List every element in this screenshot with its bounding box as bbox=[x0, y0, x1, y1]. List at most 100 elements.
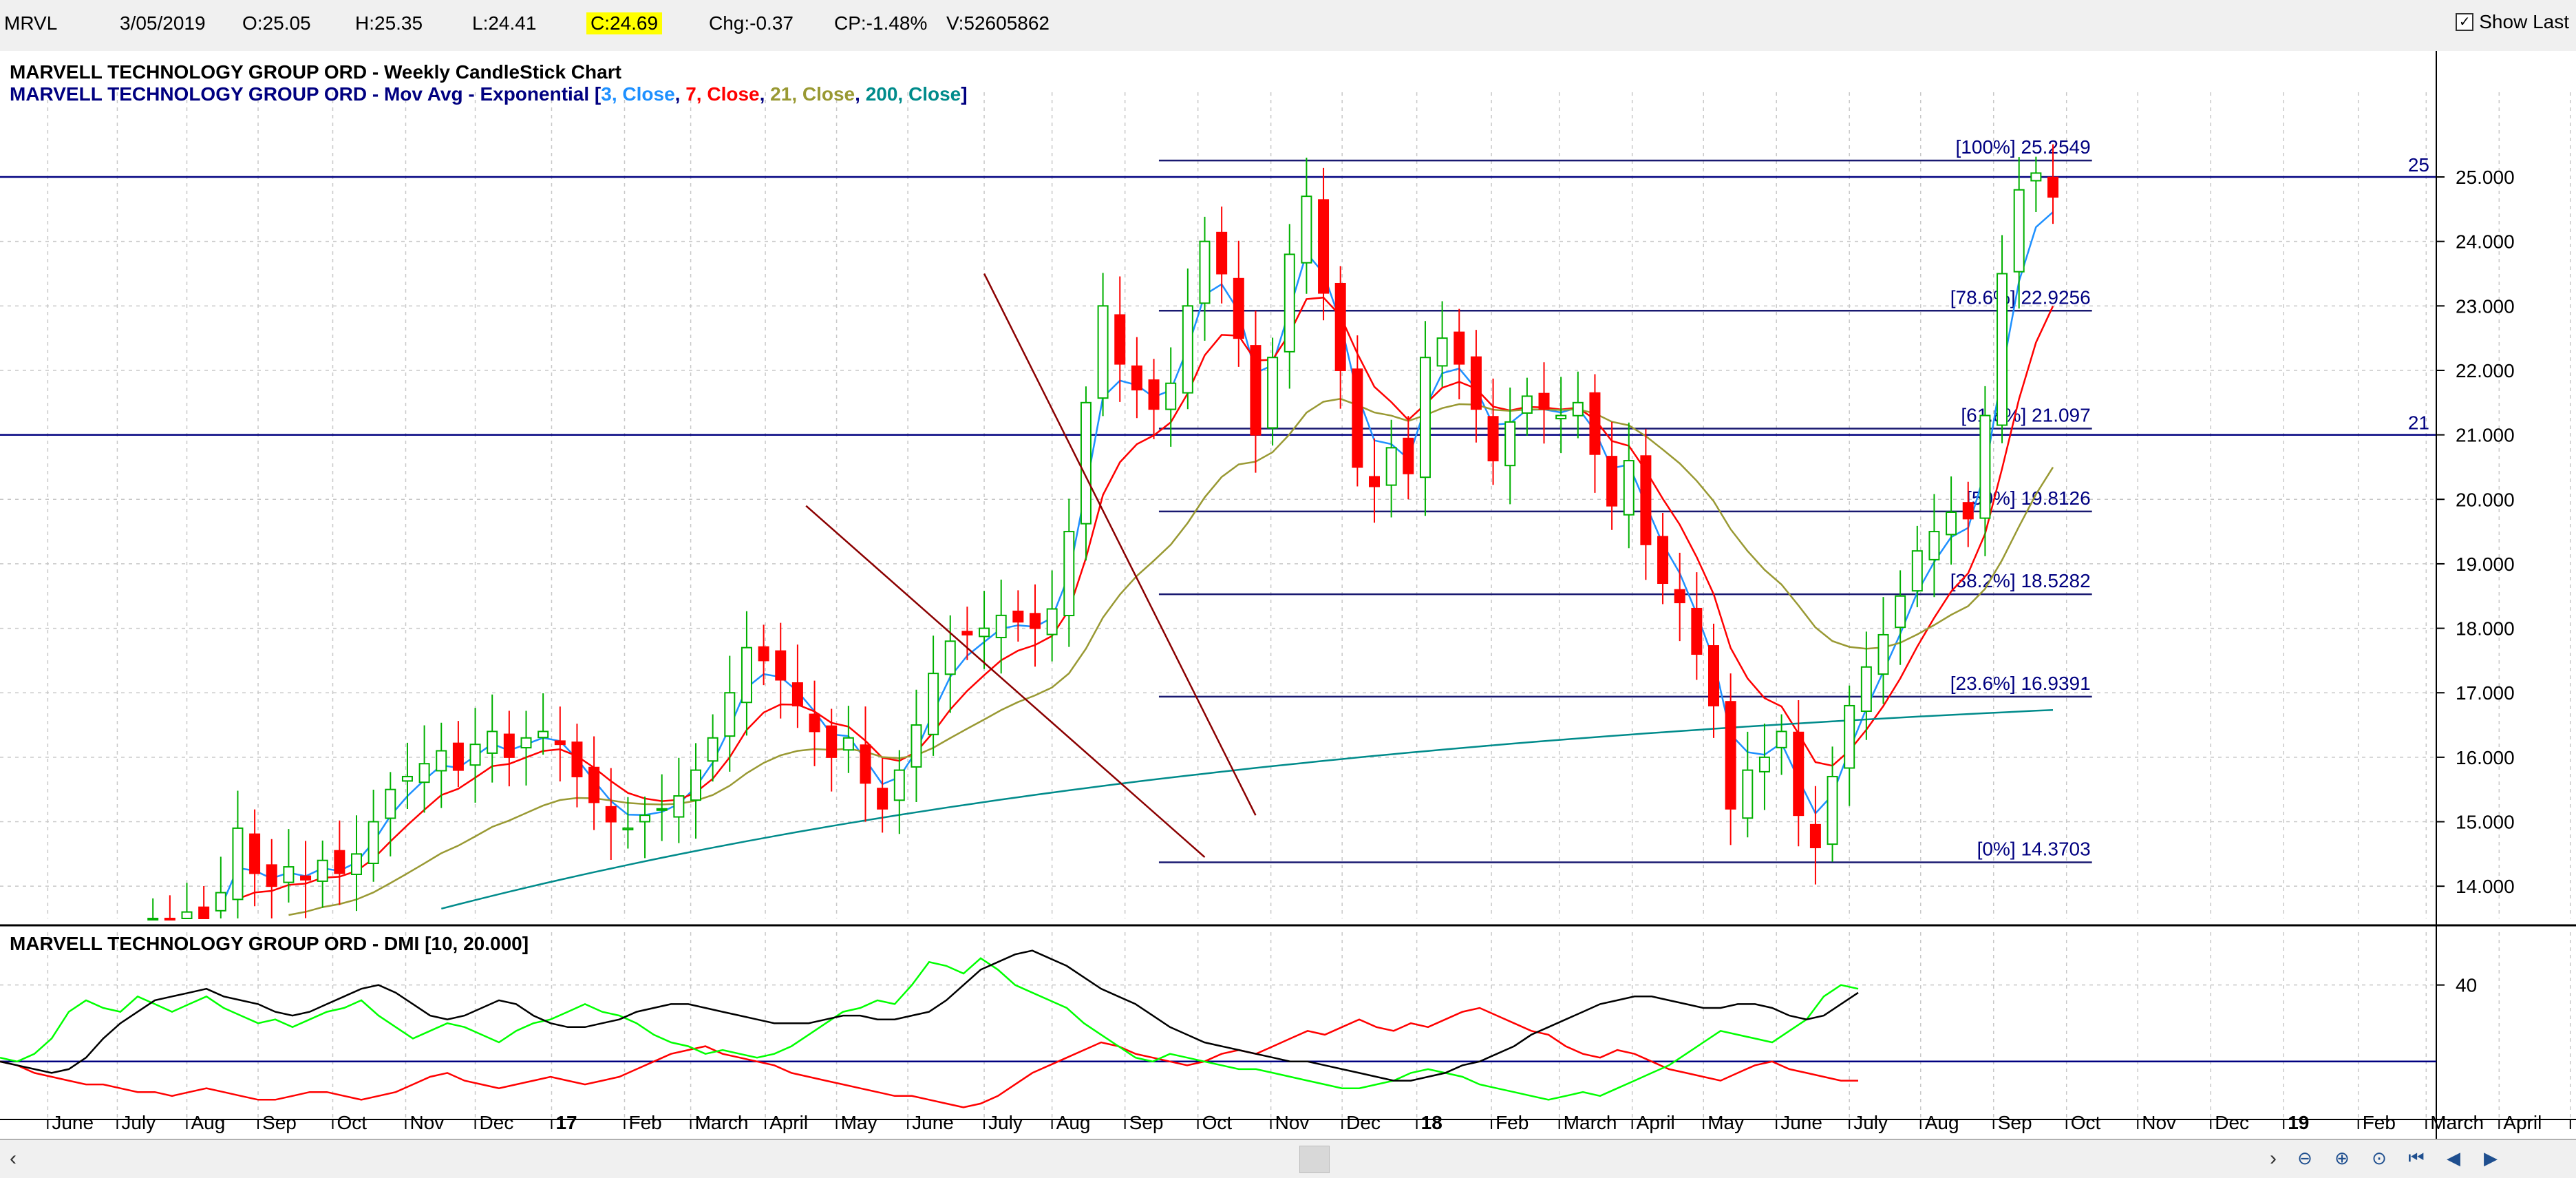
candle-body bbox=[1165, 382, 1177, 410]
prev-icon[interactable]: ◀ bbox=[2440, 1146, 2467, 1170]
candle-body bbox=[1063, 531, 1075, 617]
chart-title: MARVELL TECHNOLOGY GROUP ORD - Weekly Ca… bbox=[10, 61, 621, 83]
candle-body bbox=[571, 741, 583, 777]
high-label: H:25.35 bbox=[355, 12, 423, 34]
fib-level-label: [100%] 25.2549 bbox=[1956, 136, 2091, 158]
horizontal-scrollbar[interactable]: ‹ › ⊖ ⊕ ⊙ ⏮ ◀ ▶ bbox=[0, 1139, 2576, 1178]
scroll-thumb[interactable] bbox=[1299, 1146, 1330, 1173]
candle-body bbox=[487, 730, 498, 754]
time-tick-label: Dec bbox=[1346, 1112, 1381, 1133]
ma-legend-3-period: 3 bbox=[601, 83, 612, 105]
candle-body bbox=[1946, 512, 1957, 536]
time-tick-label: May bbox=[841, 1112, 877, 1133]
price-tick-label: 14.000 bbox=[2456, 876, 2515, 897]
candle-body bbox=[1080, 401, 1092, 525]
candle-body bbox=[622, 827, 634, 831]
scroll-right-arrow-icon[interactable]: › bbox=[2270, 1147, 2277, 1170]
candle-body bbox=[1114, 314, 1126, 365]
time-tick-label: June bbox=[52, 1112, 94, 1133]
candle-body bbox=[1284, 253, 1295, 353]
candle-body bbox=[673, 795, 685, 818]
candle-body bbox=[707, 737, 718, 762]
price-tick-label: 20.000 bbox=[2456, 489, 2515, 510]
scroll-start-icon[interactable]: ⏮ bbox=[2403, 1146, 2429, 1170]
scroll-left-arrow-icon[interactable]: ‹ bbox=[10, 1147, 17, 1170]
candle-body bbox=[758, 646, 769, 662]
time-tick-label: Sep bbox=[1129, 1112, 1164, 1133]
candle-body bbox=[1742, 769, 1754, 819]
candle-body bbox=[1691, 607, 1703, 655]
time-tick-label: April bbox=[1637, 1112, 1675, 1133]
candle-body bbox=[1012, 610, 1024, 623]
ma-legend-3-field: Close bbox=[622, 83, 674, 105]
candle-body bbox=[1606, 456, 1618, 507]
candle-body bbox=[1809, 823, 1821, 848]
candle-body bbox=[741, 646, 752, 704]
candle-body bbox=[724, 692, 736, 737]
candle-body bbox=[1776, 730, 1787, 748]
time-tick-label: Feb bbox=[2363, 1112, 2396, 1133]
candle-body bbox=[1793, 731, 1805, 817]
show-last-toggle[interactable]: ✓ Show Last bbox=[2456, 11, 2569, 33]
time-tick-label: 19 bbox=[2288, 1112, 2309, 1133]
candle-body bbox=[877, 788, 888, 810]
candle-body bbox=[1419, 357, 1431, 478]
time-tick-label: Feb bbox=[1495, 1112, 1529, 1133]
low-label: L:24.41 bbox=[472, 12, 537, 34]
zoom-in-icon[interactable]: ⊕ bbox=[2329, 1146, 2355, 1170]
ma-legend-200-comma: , bbox=[897, 83, 908, 105]
candle-body bbox=[554, 740, 566, 746]
ma-legend-sep: , bbox=[760, 83, 771, 105]
candle-body bbox=[283, 866, 295, 883]
candle-body bbox=[928, 673, 939, 735]
fib-level-label: [23.6%] 16.9391 bbox=[1950, 673, 2091, 694]
price-tick-label: 25.000 bbox=[2456, 167, 2515, 188]
candle-body bbox=[147, 918, 159, 921]
candle-body bbox=[1572, 401, 1584, 417]
zoom-fit-icon[interactable]: ⊙ bbox=[2366, 1146, 2392, 1170]
volume-label: V:52605862 bbox=[946, 12, 1050, 34]
ma-legend-prefix: MARVELL TECHNOLOGY GROUP ORD - Mov Avg -… bbox=[10, 83, 601, 105]
candle-body bbox=[300, 875, 312, 881]
candle-body bbox=[1369, 476, 1380, 487]
candle-body bbox=[690, 769, 701, 801]
horizontal-line-label: 25 bbox=[2408, 154, 2429, 176]
time-tick-label: Feb bbox=[628, 1112, 661, 1133]
ma-legend-sep: , bbox=[675, 83, 686, 105]
time-tick-label: July bbox=[1853, 1112, 1888, 1133]
time-tick-label: Nov bbox=[409, 1112, 444, 1133]
candle-body bbox=[2047, 176, 2058, 198]
candle-body bbox=[826, 725, 838, 758]
candle-body bbox=[1097, 305, 1109, 399]
candle-body bbox=[1199, 240, 1211, 304]
dmi-title: MARVELL TECHNOLOGY GROUP ORD - DMI [10, … bbox=[10, 933, 529, 954]
next-icon[interactable]: ▶ bbox=[2478, 1146, 2504, 1170]
candle-body bbox=[334, 850, 345, 874]
zoom-out-icon[interactable]: ⊖ bbox=[2292, 1146, 2318, 1170]
show-last-label: Show Last bbox=[2479, 11, 2569, 32]
candle-body bbox=[1487, 416, 1499, 462]
candle-body bbox=[317, 859, 328, 882]
nav-buttons: ⊖ ⊕ ⊙ ⏮ ◀ ▶ bbox=[2292, 1146, 2504, 1170]
candle-body bbox=[181, 911, 193, 919]
candle-body bbox=[944, 640, 956, 675]
candle-body bbox=[1877, 633, 1889, 675]
candle-body bbox=[385, 788, 396, 819]
time-tick-label: 18 bbox=[1421, 1112, 1443, 1133]
candle-body bbox=[1521, 395, 1533, 414]
candle-body bbox=[1538, 392, 1550, 410]
candle-body bbox=[1030, 613, 1041, 629]
ma-legend-7-period: 7 bbox=[685, 83, 696, 105]
candle-body bbox=[1674, 589, 1685, 604]
time-tick-label: 17 bbox=[555, 1112, 577, 1133]
show-last-checkbox[interactable]: ✓ bbox=[2456, 13, 2474, 31]
candle-body bbox=[1470, 356, 1482, 410]
time-tick-label: April bbox=[2503, 1112, 2542, 1133]
time-tick-label: March bbox=[1564, 1112, 1617, 1133]
time-tick-label: March bbox=[2430, 1112, 2484, 1133]
chart-area[interactable]: 2521 [100%] 25.2549[78.6%] 22.9256[61.8%… bbox=[0, 51, 2576, 1139]
time-tick-label: Dec bbox=[2215, 1112, 2249, 1133]
candle-body bbox=[893, 769, 905, 801]
candle-body bbox=[401, 775, 413, 782]
candle-body bbox=[164, 918, 175, 921]
